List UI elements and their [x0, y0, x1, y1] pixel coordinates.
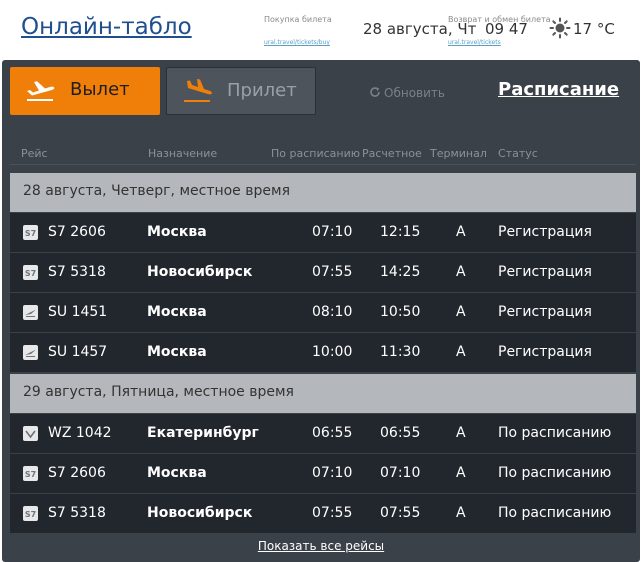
terminal: A — [456, 224, 466, 240]
terminal: A — [456, 264, 466, 280]
scheduled-time: 07:10 — [312, 224, 353, 240]
scheduled-time: 07:10 — [312, 465, 353, 481]
sun-icon — [549, 17, 571, 39]
buy-ticket-title: Покупка билета — [264, 15, 332, 24]
estimated-time: 11:30 — [380, 344, 421, 360]
flight-status: Регистрация — [498, 264, 592, 280]
table-row[interactable]: S7 S7 5318 Новосибирск 07:55 14:25 A Рег… — [10, 253, 636, 292]
col-flight: Рейс — [21, 147, 48, 160]
date-group-header: 28 августа, Четверг, местное время — [10, 173, 636, 212]
date-group-label: 29 августа, Пятница, местное время — [23, 384, 294, 400]
flight-number: SU 1457 — [48, 344, 108, 360]
col-status: Статус — [498, 147, 538, 160]
table-row[interactable]: S7 S7 2606 Москва 07:10 07:10 A По распи… — [10, 454, 636, 493]
plane-takeoff-icon — [24, 77, 56, 103]
s7-airline-icon: S7 — [23, 506, 38, 521]
svg-text:S7: S7 — [25, 229, 36, 238]
destination: Москва — [147, 465, 207, 481]
destination: Новосибирск — [147, 505, 253, 521]
refresh-button[interactable]: Обновить — [369, 86, 445, 100]
destination: Москва — [147, 344, 207, 360]
svg-text:S7: S7 — [25, 510, 36, 519]
flight-status: По расписанию — [498, 425, 612, 441]
table-row[interactable]: S7 S7 5318 Новосибирск 07:55 07:55 A По … — [10, 494, 636, 533]
flight-status: По расписанию — [498, 505, 612, 521]
flight-number: WZ 1042 — [48, 425, 112, 441]
temperature: 17 °С — [573, 20, 615, 38]
svg-text:S7: S7 — [25, 269, 36, 278]
table-row[interactable]: SU 1457 Москва 10:00 11:30 A Регистрация — [10, 333, 636, 372]
col-estimated: Расчетное — [362, 147, 422, 160]
tab-departure-label: Вылет — [70, 79, 130, 100]
schedule-link[interactable]: Расписание — [498, 79, 619, 100]
table-row[interactable]: SU 1451 Москва 08:10 10:50 A Регистрация — [10, 293, 636, 332]
tab-arrival[interactable]: Прилет — [166, 67, 316, 115]
flight-status: Регистрация — [498, 304, 592, 320]
estimated-time: 06:55 — [380, 425, 421, 441]
s7-airline-icon: S7 — [23, 265, 38, 280]
destination: Москва — [147, 224, 207, 240]
flight-status: Регистрация — [498, 344, 592, 360]
wizzair-airline-icon — [23, 426, 38, 441]
scheduled-time: 07:55 — [312, 505, 353, 521]
flight-number: S7 5318 — [48, 264, 106, 280]
terminal: A — [456, 505, 466, 521]
scheduled-time: 07:55 — [312, 264, 353, 280]
terminal: A — [456, 425, 466, 441]
estimated-time: 07:10 — [380, 465, 421, 481]
header: Онлайн-табло Покупка билета ural.travel/… — [0, 0, 643, 60]
return-ticket-link[interactable]: ural.travel/tickets — [448, 39, 501, 46]
aeroflot-airline-icon — [23, 345, 38, 360]
scheduled-time: 06:55 — [312, 425, 353, 441]
destination: Новосибирск — [147, 264, 253, 280]
tab-departure[interactable]: Вылет — [10, 67, 160, 115]
refresh-icon — [369, 86, 381, 98]
flight-number: SU 1451 — [48, 304, 108, 320]
table-row[interactable]: WZ 1042 Екатеринбург 06:55 06:55 A По ра… — [10, 414, 636, 453]
current-time: 09 47 — [485, 20, 528, 38]
tab-arrival-label: Прилет — [227, 80, 297, 101]
destination: Москва — [147, 304, 207, 320]
scheduled-time: 10:00 — [312, 344, 353, 360]
aeroflot-airline-icon — [23, 305, 38, 320]
plane-landing-icon — [181, 78, 213, 104]
scheduled-time: 08:10 — [312, 304, 353, 320]
date-group-label: 28 августа, Четверг, местное время — [23, 183, 290, 199]
col-scheduled: По расписанию — [271, 147, 360, 160]
flight-number: S7 5318 — [48, 505, 106, 521]
terminal: A — [456, 344, 466, 360]
estimated-time: 14:25 — [380, 264, 421, 280]
date-group-header: 29 августа, Пятница, местное время — [10, 374, 636, 413]
table-row[interactable]: S7 S7 2606 Москва 07:10 12:15 A Регистра… — [10, 213, 636, 252]
show-all-flights-link[interactable]: Показать все рейсы — [2, 539, 640, 553]
s7-airline-icon: S7 — [23, 466, 38, 481]
header-divider — [10, 164, 636, 165]
flight-status: По расписанию — [498, 465, 612, 481]
terminal: A — [456, 304, 466, 320]
buy-ticket-link[interactable]: ural.travel/tickets/buy — [264, 39, 330, 46]
estimated-time: 10:50 — [380, 304, 421, 320]
page-title[interactable]: Онлайн-табло — [21, 14, 192, 40]
flight-number: S7 2606 — [48, 465, 106, 481]
estimated-time: 12:15 — [380, 224, 421, 240]
col-terminal: Терминал — [430, 147, 487, 160]
flight-number: S7 2606 — [48, 224, 106, 240]
refresh-label: Обновить — [384, 86, 445, 100]
col-destination: Назначение — [148, 147, 218, 160]
flight-board: Вылет Прилет Обновить Расписание Рейс На… — [2, 60, 640, 562]
terminal: A — [456, 465, 466, 481]
flight-status: Регистрация — [498, 224, 592, 240]
estimated-time: 07:55 — [380, 505, 421, 521]
destination: Екатеринбург — [147, 425, 259, 441]
s7-airline-icon: S7 — [23, 225, 38, 240]
svg-text:S7: S7 — [25, 470, 36, 479]
